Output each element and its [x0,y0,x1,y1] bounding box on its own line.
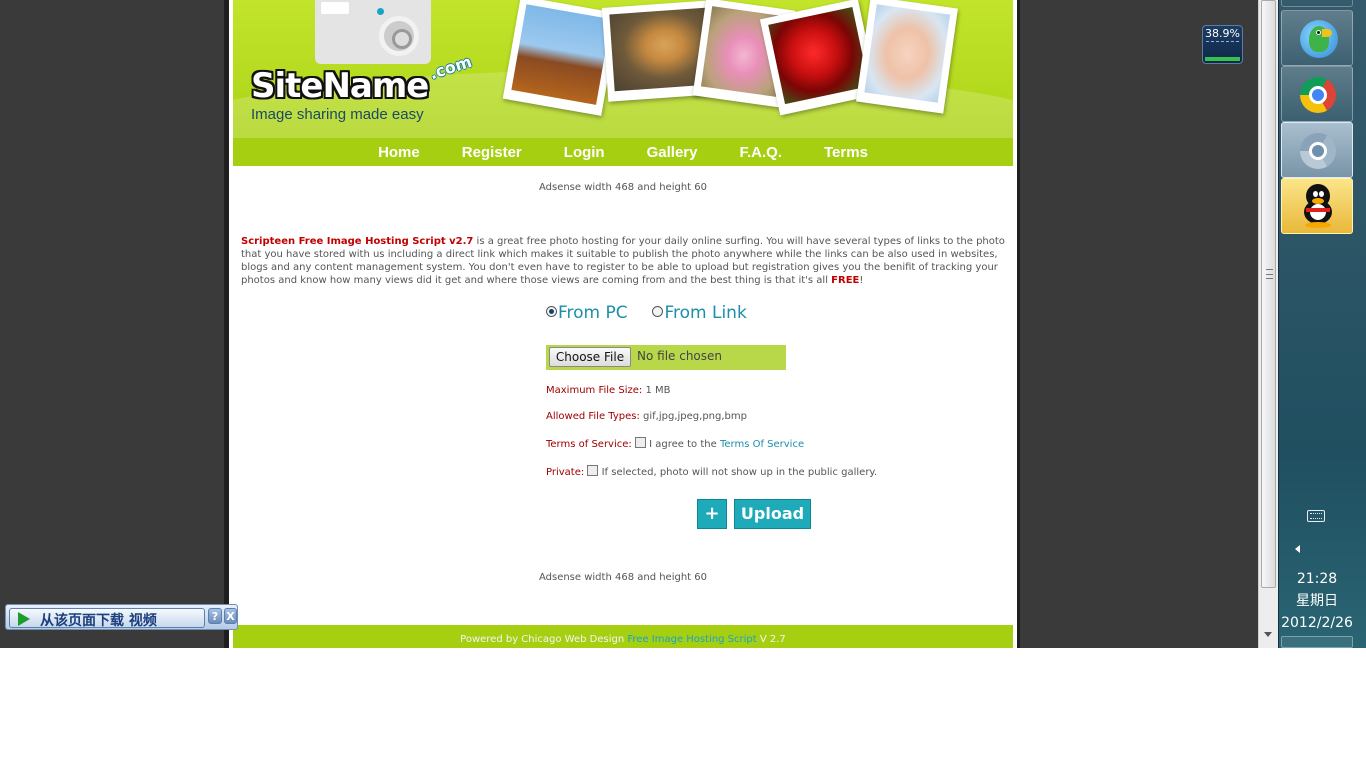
taskbar-app-chrome-2[interactable] [1281,122,1353,178]
taskbar-app-qq[interactable] [1281,178,1353,234]
max-size-label: Maximum File Size: [546,385,643,396]
taskbar-app-chrome[interactable] [1281,66,1353,122]
browser-viewport: SiteName .com Image sharing made easy Ho… [0,0,1278,648]
desktop-screen: SiteName .com Image sharing made easy Ho… [0,0,1366,768]
chrome-icon [1300,133,1336,169]
from-link-radio[interactable] [652,306,664,317]
file-types-row: Allowed File Types: gif,jpg,jpeg,png,bmp [546,411,747,422]
gadget-bar [1205,57,1240,61]
site-footer: Powered by Chicago Web Design Free Image… [233,625,1013,648]
from-pc-radio[interactable] [546,306,557,317]
file-input-box: Choose File No file chosen [546,345,786,370]
max-size-value: 1 MB [645,385,671,396]
gadget-value: 38.9% [1205,27,1240,40]
logo-com: .com [427,51,475,84]
photo-child [856,0,958,114]
nav-home[interactable]: Home [357,144,441,161]
clock-date: 2012/2/26 [1281,615,1353,631]
show-desktop-button[interactable] [1281,636,1353,648]
nav-faq[interactable]: F.A.Q. [718,144,803,161]
private-label: Private: [546,467,585,478]
cpu-meter-gadget[interactable]: 38.9% [1202,25,1243,64]
adsense-top: Adsense width 468 and height 60 [538,182,708,193]
intro-free: FREE [831,275,860,286]
tos-link[interactable]: Terms Of Service [720,439,804,450]
tos-checkbox[interactable] [634,437,646,448]
max-size-row: Maximum File Size: 1 MB [546,385,670,396]
from-pc-label: From PC [558,303,628,323]
parrot-icon [1300,20,1338,58]
scroll-down-arrow-icon[interactable] [1264,632,1272,637]
intro-end: ! [859,275,864,286]
camera-flash [321,2,349,14]
adsense-bottom: Adsense width 468 and height 60 [538,572,708,583]
video-download-toolbar: 从该页面下载 视频 ? X [5,604,238,630]
chrome-icon [1300,77,1336,113]
clock-time: 21:28 [1296,571,1338,587]
footer-link[interactable]: Free Image Hosting Script [627,634,756,645]
logo-tagline: Image sharing made easy [251,106,424,123]
no-file-text: No file chosen [637,349,723,363]
from-pc-option[interactable]: From PC [546,303,628,323]
gadget-divider [1206,41,1239,42]
from-link-label: From Link [664,303,747,323]
nav-terms[interactable]: Terms [803,144,889,161]
play-icon [18,612,30,626]
close-button[interactable]: X [224,608,237,624]
download-video-button[interactable]: 从该页面下载 视频 [9,608,205,629]
camera-graphic [315,0,431,64]
taskbar-top-button[interactable] [1281,0,1353,7]
upload-button[interactable]: Upload [734,499,811,529]
logo-text: SiteName [251,66,429,106]
scrollbar-thumb[interactable] [1261,0,1276,588]
main-nav: Home Register Login Gallery F.A.Q. Terms [233,138,1013,166]
download-video-label: 从该页面下载 视频 [40,613,157,629]
private-checkbox[interactable] [587,465,599,476]
intro-paragraph: Scripteen Free Image Hosting Script v2.7… [241,235,1005,287]
upload-source-options: From PC From Link [546,303,747,323]
keyboard-icon[interactable] [1307,510,1325,522]
site-logo[interactable]: SiteName .com Image sharing made easy [251,52,491,132]
private-text: If selected, photo will not show up in t… [601,467,878,478]
choose-file-button[interactable]: Choose File [549,347,631,367]
tray-expand-arrow-icon[interactable] [1295,545,1300,553]
intro-title: Scripteen Free Image Hosting Script v2.7 [241,236,474,247]
add-file-button[interactable]: + [697,499,727,529]
tos-label: Terms of Service: [546,439,632,450]
taskbar-clock[interactable]: 21:28 星期日 2012/2/26 [1279,568,1355,634]
footer-prefix: Powered by Chicago Web Design [460,634,625,645]
tos-row: Terms of Service: I agree to the Terms O… [546,437,804,450]
file-types-value: gif,jpg,jpeg,png,bmp [643,411,747,422]
private-row: Private: If selected, photo will not sho… [546,465,877,478]
vertical-scrollbar[interactable] [1258,0,1278,648]
nav-register[interactable]: Register [441,144,543,161]
windows-taskbar: 21:28 星期日 2012/2/26 [1278,0,1366,648]
scrollbar-grip-icon [1266,269,1273,279]
help-button[interactable]: ? [208,608,222,624]
taskbar-app-parrot[interactable] [1281,10,1353,66]
nav-gallery[interactable]: Gallery [626,144,719,161]
from-link-option[interactable]: From Link [652,303,747,323]
tos-text: I agree to the [649,439,717,450]
file-types-label: Allowed File Types: [546,411,640,422]
web-page: SiteName .com Image sharing made easy Ho… [229,0,1017,648]
qq-penguin-icon [1302,184,1334,228]
camera-dot [377,8,384,15]
nav-login[interactable]: Login [543,144,626,161]
footer-suffix: V 2.7 [759,634,786,645]
clock-weekday: 星期日 [1296,593,1338,609]
camera-lens-icon [379,16,419,56]
